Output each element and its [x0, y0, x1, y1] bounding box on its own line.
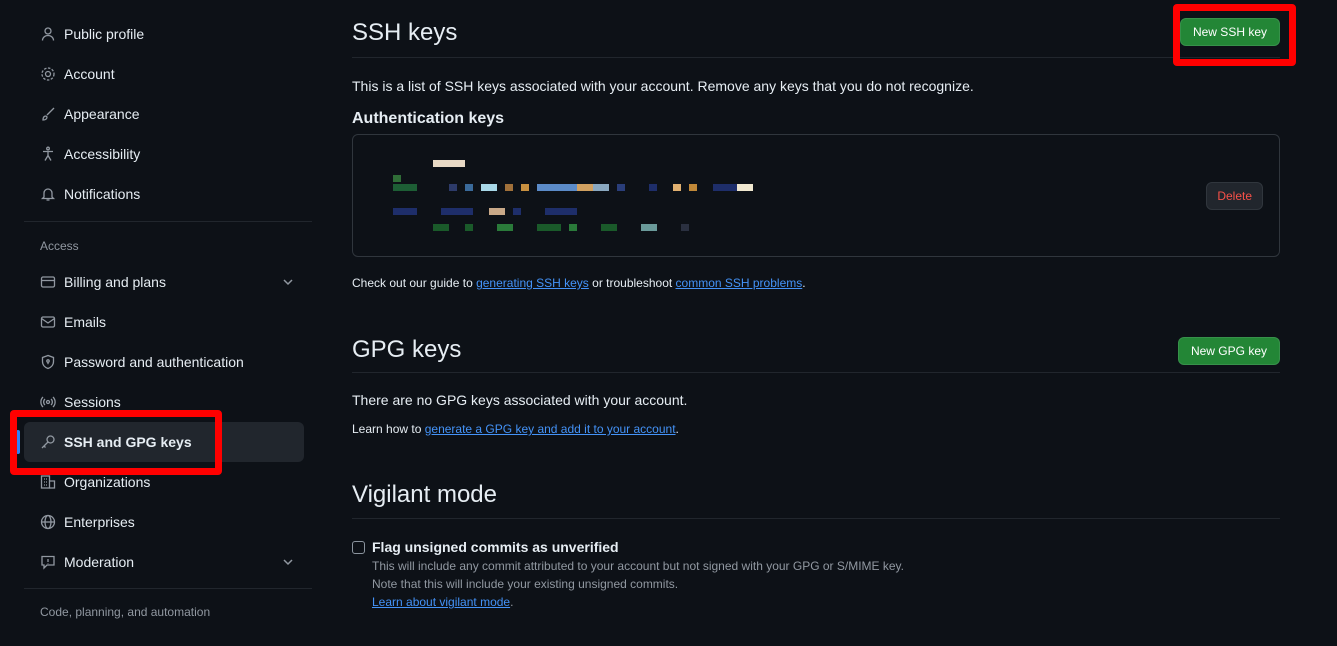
vigilant-mode-header: Vigilant mode [352, 468, 1280, 519]
ssh-key-fingerprint-redacted [353, 135, 773, 255]
paintbrush-icon [40, 106, 56, 122]
sidebar-item-accessibility[interactable]: Accessibility [24, 134, 312, 174]
ssh-guide-text: Check out our guide to generating SSH ke… [352, 276, 1280, 290]
ssh-guide-prefix: Check out our guide to [352, 276, 477, 290]
broadcast-icon [40, 394, 56, 410]
gpg-learn-suffix: . [675, 422, 679, 436]
new-ssh-key-button[interactable]: New SSH key [1179, 18, 1280, 46]
generate-gpg-key-link[interactable]: generate a GPG key and add it to your ac… [425, 422, 676, 436]
ssh-description: This is a list of SSH keys associated wi… [352, 78, 974, 94]
mail-icon [40, 314, 56, 330]
accessibility-icon [40, 146, 56, 162]
ssh-guide-suffix: . [802, 276, 806, 290]
gpg-empty-text: There are no GPG keys associated with yo… [352, 392, 688, 408]
sidebar-item-sessions[interactable]: Sessions [24, 382, 312, 422]
ssh-guide-middle: or troubleshoot [588, 276, 676, 290]
sidebar-item-emails[interactable]: Emails [24, 302, 312, 342]
sidebar-item-label: Accessibility [64, 146, 141, 162]
gpg-keys-header: GPG keys New GPG key [352, 318, 1280, 373]
vigilant-learn-suffix: . [510, 595, 514, 609]
sidebar-item-label: Public profile [64, 26, 145, 42]
delete-ssh-key-button[interactable]: Delete [1206, 182, 1263, 210]
bell-icon [40, 186, 56, 202]
organization-icon [40, 474, 56, 490]
sidebar-item-label: Moderation [64, 554, 135, 570]
auth-keys-heading: Authentication keys [352, 110, 505, 127]
key-icon [40, 434, 56, 450]
learn-vigilant-mode-link[interactable]: Learn about vigilant mode [372, 595, 510, 609]
shield-lock-icon [40, 354, 56, 370]
sidebar-item-ssh-gpg-keys[interactable]: SSH and GPG keys [16, 422, 304, 462]
sidebar-heading-code: Code, planning, and automation [40, 605, 211, 619]
common-ssh-problems-link[interactable]: common SSH problems [676, 276, 803, 290]
ssh-keys-header: SSH keys New SSH key [352, 0, 1280, 58]
selected-indicator [16, 430, 20, 454]
vigilant-mode-option: Flag unsigned commits as unverified This… [352, 539, 1280, 611]
vigilant-learn: Learn about vigilant mode. [372, 593, 904, 611]
sidebar-item-label: Password and authentication [64, 354, 244, 370]
report-icon [40, 554, 56, 570]
vigilant-note-2: Note that this will include your existin… [372, 577, 679, 591]
flag-unsigned-checkbox[interactable] [352, 541, 365, 554]
sidebar-item-password[interactable]: Password and authentication [24, 342, 312, 382]
sidebar-divider [24, 588, 312, 589]
sidebar-item-notifications[interactable]: Notifications [24, 174, 312, 214]
credit-card-icon [40, 274, 56, 290]
gear-icon [40, 66, 56, 82]
gpg-learn-text: Learn how to generate a GPG key and add … [352, 422, 1280, 436]
sidebar-item-billing[interactable]: Billing and plans [24, 262, 312, 302]
sidebar-item-account[interactable]: Account [24, 54, 312, 94]
generating-ssh-keys-link[interactable]: generating SSH keys [476, 276, 589, 290]
vigilant-mode-title: Vigilant mode [352, 481, 497, 508]
gpg-learn-prefix: Learn how to [352, 422, 425, 436]
sidebar-divider [24, 221, 312, 222]
globe-icon [40, 514, 56, 530]
gpg-keys-title: GPG keys [352, 336, 462, 363]
sidebar-item-appearance[interactable]: Appearance [24, 94, 312, 134]
ssh-key-item: Delete [352, 134, 1280, 257]
vigilant-mode-option-body: Flag unsigned commits as unverified This… [372, 539, 904, 611]
sidebar-item-label: Sessions [64, 394, 121, 410]
settings-sidebar: Public profile Account Appearance Access… [16, 14, 312, 627]
chevron-down-icon[interactable] [280, 274, 296, 290]
sidebar-heading-access: Access [40, 239, 79, 253]
vigilant-note-1: This will include any commit attributed … [372, 559, 905, 573]
sidebar-item-label: Enterprises [64, 514, 135, 530]
ssh-keys-title: SSH keys [352, 18, 458, 46]
sidebar-item-label: Account [64, 66, 115, 82]
sidebar-item-label: Notifications [64, 186, 141, 202]
sidebar-item-label: SSH and GPG keys [64, 434, 192, 450]
person-icon [40, 26, 56, 42]
new-gpg-key-button[interactable]: New GPG key [1177, 337, 1280, 365]
sidebar-item-label: Organizations [64, 474, 151, 490]
sidebar-item-public-profile[interactable]: Public profile [24, 14, 312, 54]
sidebar-item-organizations[interactable]: Organizations [24, 462, 312, 502]
sidebar-item-label: Billing and plans [64, 274, 166, 290]
sidebar-item-label: Appearance [64, 106, 140, 122]
flag-unsigned-label[interactable]: Flag unsigned commits as unverified [372, 539, 904, 555]
chevron-down-icon[interactable] [280, 554, 296, 570]
sidebar-item-label: Emails [64, 314, 107, 330]
sidebar-item-enterprises[interactable]: Enterprises [24, 502, 312, 542]
main-content: SSH keys New SSH key This is a list of S… [352, 0, 1280, 611]
sidebar-item-moderation[interactable]: Moderation [24, 542, 312, 582]
